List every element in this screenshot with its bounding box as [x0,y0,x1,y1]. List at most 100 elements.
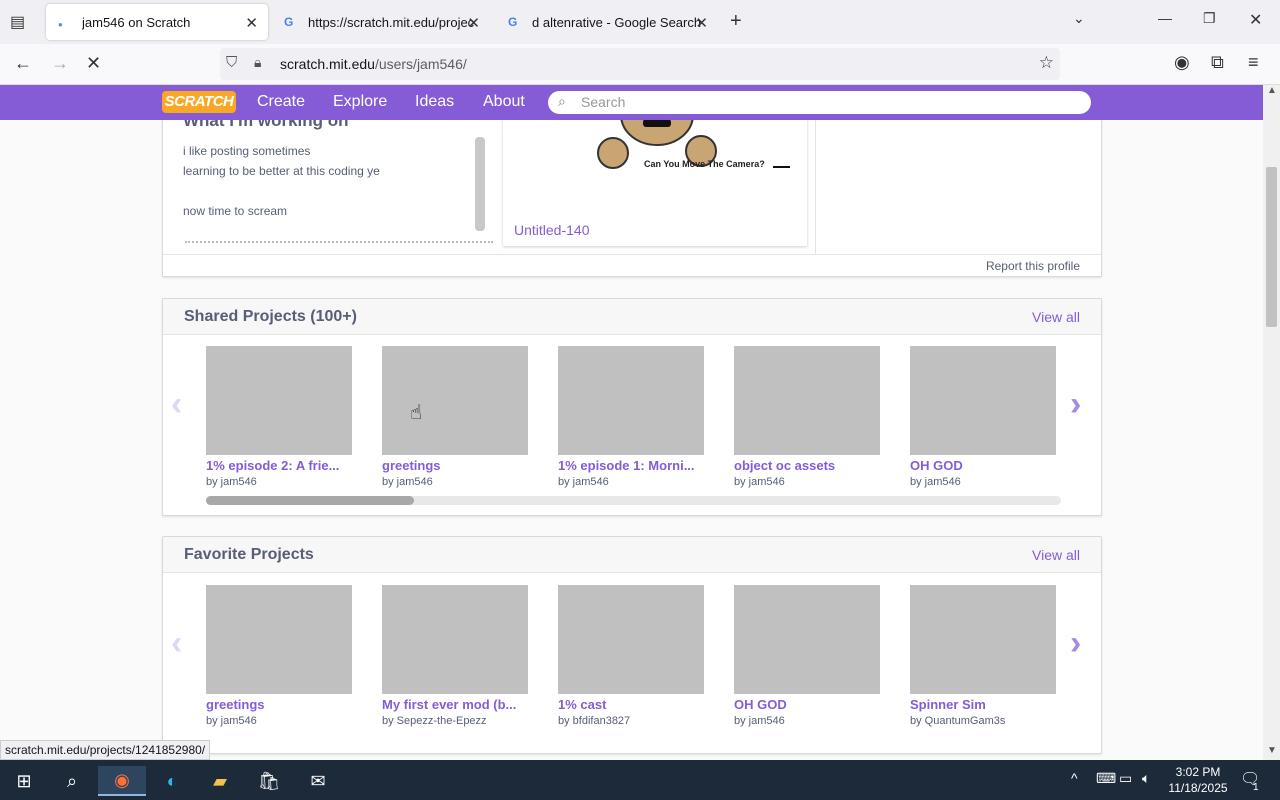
featured-project-thumbnail [597,120,790,169]
project-author[interactable]: by jam546 [910,476,961,488]
carousel-prev-icon[interactable]: ‹ [171,624,182,663]
project-author[interactable]: by Sepezz-the-Epezz [382,715,487,727]
featured-caption: Can You Move The Camera? [644,159,765,169]
tab-title: d altenrative - Google Search [532,15,702,30]
project-title[interactable]: object oc assets [734,458,884,473]
project-title[interactable]: 1% cast [558,697,708,712]
project-title[interactable]: 1% episode 2: A frie... [206,458,356,473]
project-author[interactable]: by bfdifan3827 [558,715,630,727]
project-thumbnail[interactable] [206,346,352,455]
shared-view-all-link[interactable]: View all [1032,309,1080,325]
lock-icon[interactable]: 🔒︎ [254,54,261,71]
carousel-scrollbar-track[interactable] [206,496,1061,505]
back-icon[interactable]: ← [14,53,32,74]
stop-icon[interactable]: ✕ [86,53,101,74]
featured-project-title[interactable]: Untitled-140 [514,222,590,238]
chevron-down-icon[interactable]: ⌄ [1073,10,1085,27]
nav-explore[interactable]: Explore [333,93,387,111]
address-bar[interactable]: ⛉ 🔒︎ scratch.mit.edu/users/jam546/ ☆ [220,48,1060,80]
network-icon[interactable]: ▭ [1119,770,1132,787]
windows-start-icon[interactable]: ⊞ [0,766,48,796]
tab-jam546[interactable]: ● jam546 on Scratch ✕ [46,4,268,40]
favorites-view-all-link[interactable]: View all [1032,547,1080,563]
project-title[interactable]: My first ever mod (b... [382,697,532,712]
url-path: /users/jam546/ [374,56,467,72]
project-thumbnail[interactable] [382,585,528,694]
page-scrollbar-thumb[interactable] [1266,167,1277,327]
profile-page: What I'm working on i like posting somet… [0,120,1263,761]
firefox-icon[interactable]: ◉ [98,766,146,796]
project-thumbnail[interactable] [910,346,1056,455]
project-title[interactable]: OH GOD [910,458,1060,473]
project-thumbnail[interactable] [382,346,528,455]
project-title[interactable]: 1% episode 1: Morni... [558,458,708,473]
tab-title: https://scratch.mit.edu/projects [308,15,474,30]
scroll-up-icon[interactable]: ▲ [1267,85,1277,96]
google-icon: G [284,15,294,29]
project-author[interactable]: by jam546 [206,476,257,488]
new-tab-icon[interactable]: + [730,10,742,33]
project-thumbnail[interactable] [734,346,880,455]
store-icon[interactable]: 🛍︎ [245,766,293,796]
carousel-next-icon[interactable]: › [1070,385,1081,424]
page-scrollbar[interactable]: ▲ ▼ [1263,85,1280,761]
project-author[interactable]: by jam546 [734,476,785,488]
edge-icon[interactable]: ◐ [148,766,196,796]
project-thumbnail[interactable] [910,585,1056,694]
forward-icon[interactable]: → [51,53,69,74]
report-profile-link[interactable]: Report this profile [986,259,1080,273]
mail-icon[interactable]: ✉ [294,766,342,796]
project-author[interactable]: by QuantumGam3s [910,715,1005,727]
nav-ideas[interactable]: Ideas [415,93,454,111]
project-author[interactable]: by jam546 [734,715,785,727]
scratch-logo[interactable]: SCRATCH [162,91,236,113]
close-icon[interactable]: ✕ [695,14,708,32]
tab-list-icon[interactable]: ▤ [10,12,25,32]
tab-google-search[interactable]: G d altenrative - Google Search ✕ [496,4,718,40]
project-thumbnail[interactable] [734,585,880,694]
close-icon[interactable]: ✕ [245,14,258,32]
volume-muted-icon[interactable]: 🔈︎ [1142,770,1150,787]
project-thumbnail[interactable] [206,585,352,694]
shared-projects-title: Shared Projects (100+) [184,308,357,325]
shield-icon[interactable]: ⛉ [226,54,237,71]
url-text: scratch.mit.edu/users/jam546/ [280,56,467,72]
search-icon[interactable]: ⌕ [48,766,96,796]
textarea-scrollbar[interactable] [475,137,485,231]
project-title[interactable]: Spinner Sim [910,697,1060,712]
project-author[interactable]: by jam546 [206,715,257,727]
bookmark-star-icon[interactable]: ☆ [1039,53,1054,73]
carousel-scrollbar-thumb[interactable] [206,496,414,505]
clock[interactable]: 3:02 PM 11/18/2025 [1160,764,1236,796]
featured-project-card[interactable]: Can You Move The Camera? Untitled-140 [503,120,807,246]
close-window-icon[interactable]: ✕ [1249,10,1262,30]
project-title[interactable]: OH GOD [734,697,884,712]
carousel-next-icon[interactable]: › [1070,624,1081,663]
nav-about[interactable]: About [483,93,525,111]
project-title[interactable]: greetings [206,697,356,712]
favorite-projects-box: Favorite Projects View all ‹ › greetings… [162,536,1102,754]
device-icon[interactable]: ⌨ [1096,770,1116,787]
minimize-icon[interactable]: — [1158,10,1172,26]
menu-icon[interactable]: ≡ [1248,52,1259,73]
carousel-prev-icon[interactable]: ‹ [171,385,182,424]
close-icon[interactable]: ✕ [467,14,480,32]
shared-projects-header: Shared Projects (100+) View all [163,299,1101,335]
project-author[interactable]: by jam546 [558,476,609,488]
project-thumbnail[interactable] [558,346,704,455]
notification-count: 1 [1253,782,1259,793]
extensions-icon[interactable]: ⧉ [1211,52,1224,73]
chevron-up-icon[interactable]: ^ [1071,770,1078,786]
project-title[interactable]: greetings [382,458,532,473]
working-on-text: i like posting sometimes learning to be … [183,141,473,221]
restore-icon[interactable]: ❐ [1203,10,1216,27]
shared-projects-box: Shared Projects (100+) View all ‹ › 1% e… [162,298,1102,516]
scroll-down-icon[interactable]: ▼ [1267,745,1277,756]
project-thumbnail[interactable] [558,585,704,694]
file-explorer-icon[interactable]: ▰ [196,766,244,796]
account-icon[interactable]: ◉ [1174,52,1190,73]
search-input[interactable]: ⌕ Search [548,91,1091,114]
project-author[interactable]: by jam546 [382,476,433,488]
tab-projects[interactable]: G https://scratch.mit.edu/projects ✕ [272,4,490,40]
nav-create[interactable]: Create [257,93,305,111]
